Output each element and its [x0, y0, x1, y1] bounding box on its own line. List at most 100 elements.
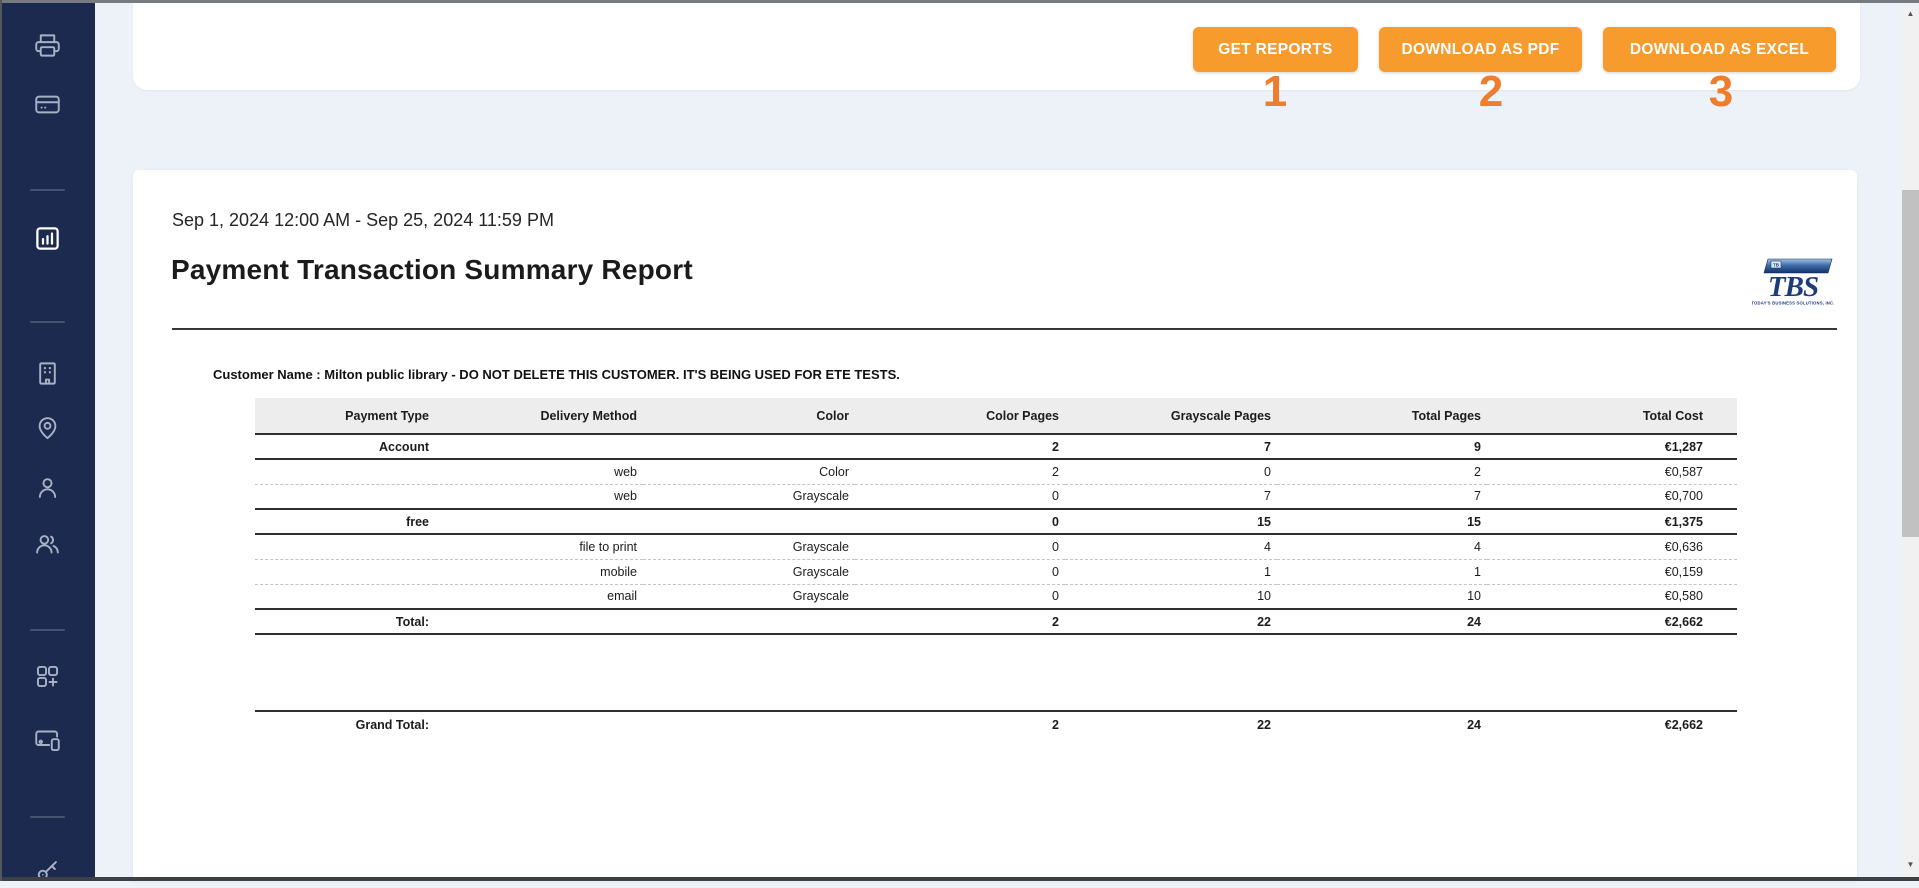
table-row: file to printGrayscale044€0,636 — [255, 534, 1737, 559]
sidebar-nav — [0, 3, 95, 877]
table-cell: 4 — [1277, 534, 1487, 559]
table-cell: 0 — [1065, 459, 1277, 484]
tbs-logo-text: TBS — [1768, 271, 1818, 303]
column-header: Grayscale Pages — [1065, 398, 1277, 434]
sidebar-item-building[interactable] — [0, 355, 95, 391]
squares-plus-icon — [34, 663, 61, 690]
map-pin-icon — [34, 414, 61, 441]
table-cell: €2,662 — [1487, 711, 1737, 738]
get-reports-button[interactable]: GET REPORTS — [1193, 27, 1358, 72]
table-cell: Grayscale — [643, 559, 855, 584]
table-cell: €0,700 — [1487, 484, 1737, 509]
annotation-badge-1: 1 — [1263, 70, 1287, 114]
sidebar-item-bar-chart[interactable] — [0, 220, 95, 256]
sidebar-divider — [30, 816, 65, 818]
table-cell — [643, 434, 855, 459]
scrollbar-up-arrow-icon[interactable]: ▲ — [1902, 5, 1919, 22]
download-as-excel-button[interactable]: DOWNLOAD AS EXCEL — [1603, 27, 1836, 72]
bar-chart-icon — [34, 225, 61, 252]
table-row: mobileGrayscale011€0,159 — [255, 559, 1737, 584]
sidebar-item-user[interactable] — [0, 469, 95, 505]
sidebar-divider — [30, 189, 65, 191]
table-cell — [643, 711, 855, 738]
table-cell: €1,375 — [1487, 509, 1737, 534]
svg-text:TB: TB — [1773, 263, 1780, 268]
tbs-logo-subtext: TODAY'S BUSINESS SOLUTIONS, INC. — [1752, 301, 1834, 306]
table-cell: 7 — [1065, 484, 1277, 509]
table-cell: free — [255, 509, 435, 534]
table-cell — [435, 609, 643, 634]
table-row: webColor202€0,587 — [255, 459, 1737, 484]
devices-icon — [34, 727, 61, 754]
table-cell: 2 — [855, 434, 1065, 459]
report-title: Payment Transaction Summary Report — [171, 254, 693, 286]
table-cell: €0,159 — [1487, 559, 1737, 584]
table-cell: 0 — [855, 559, 1065, 584]
table-cell: 10 — [1277, 584, 1487, 609]
sidebar-divider — [30, 321, 65, 323]
table-cell — [435, 711, 643, 738]
table-header-row: Payment TypeDelivery MethodColorColor Pa… — [255, 398, 1737, 434]
table-cell: Grayscale — [643, 534, 855, 559]
table-cell: email — [435, 584, 643, 609]
table-cell: 15 — [1277, 509, 1487, 534]
table-cell: Grayscale — [643, 484, 855, 509]
sidebar-item-devices[interactable] — [0, 722, 95, 758]
column-header: Color — [643, 398, 855, 434]
table-cell — [255, 484, 435, 509]
sidebar-item-map-pin[interactable] — [0, 409, 95, 445]
title-divider-rule — [172, 328, 1837, 330]
sidebar-item-key[interactable] — [0, 852, 95, 888]
scrollbar-thumb[interactable] — [1902, 190, 1919, 537]
payment-summary-table: Payment TypeDelivery MethodColorColor Pa… — [255, 398, 1737, 635]
customer-name-line: Customer Name : Milton public library - … — [213, 367, 900, 382]
table-row: Total:22224€2,662 — [255, 609, 1737, 634]
download-as-pdf-button[interactable]: DOWNLOAD AS PDF — [1379, 27, 1582, 72]
table-cell: 10 — [1065, 584, 1277, 609]
table-cell: web — [435, 459, 643, 484]
sidebar-item-printer[interactable] — [0, 27, 95, 63]
sidebar-item-squares-plus[interactable] — [0, 658, 95, 694]
table-cell: Grayscale — [643, 584, 855, 609]
tbs-logo-graphic: TB TBS TODAY'S BUSINESS SOLUTIONS, INC. — [1752, 256, 1834, 308]
table-cell: 22 — [1065, 711, 1277, 738]
table-cell — [255, 584, 435, 609]
credit-card-icon — [34, 91, 61, 118]
user-icon — [34, 474, 61, 501]
table-cell — [255, 559, 435, 584]
building-icon — [34, 360, 61, 387]
table-cell: mobile — [435, 559, 643, 584]
window-top-edge — [0, 0, 1919, 3]
table-cell: 9 — [1277, 434, 1487, 459]
table-cell — [435, 509, 643, 534]
grand-total-table: Grand Total:22224€2,662 — [255, 710, 1737, 738]
column-header: Total Pages — [1277, 398, 1487, 434]
table-cell: 0 — [855, 534, 1065, 559]
scrollbar-down-arrow-icon[interactable]: ▼ — [1902, 856, 1919, 873]
table-cell: 24 — [1277, 609, 1487, 634]
column-header: Delivery Method — [435, 398, 643, 434]
sidebar-divider — [30, 629, 65, 631]
vertical-scrollbar[interactable]: ▲ ▼ — [1902, 3, 1919, 877]
annotation-badge-3: 3 — [1709, 70, 1733, 114]
table-cell: Account — [255, 434, 435, 459]
table-row: Account279€1,287 — [255, 434, 1737, 459]
printer-icon — [34, 32, 61, 59]
table-cell: Total: — [255, 609, 435, 634]
sidebar-item-users[interactable] — [0, 525, 95, 561]
users-icon — [34, 530, 61, 557]
table-cell — [255, 459, 435, 484]
table-cell: 15 — [1065, 509, 1277, 534]
table-cell: file to print — [435, 534, 643, 559]
topbar: GET REPORTS DOWNLOAD AS PDF DOWNLOAD AS … — [133, 3, 1860, 90]
table-row: webGrayscale077€0,700 — [255, 484, 1737, 509]
table-cell: €1,287 — [1487, 434, 1737, 459]
window-left-edge — [0, 0, 2, 881]
table-cell: 0 — [855, 509, 1065, 534]
report-card: Sep 1, 2024 12:00 AM - Sep 25, 2024 11:5… — [133, 170, 1857, 881]
sidebar-item-credit-card[interactable] — [0, 86, 95, 122]
table-cell: 1 — [1277, 559, 1487, 584]
table-cell: €0,636 — [1487, 534, 1737, 559]
table-cell: €0,587 — [1487, 459, 1737, 484]
table-cell: 22 — [1065, 609, 1277, 634]
